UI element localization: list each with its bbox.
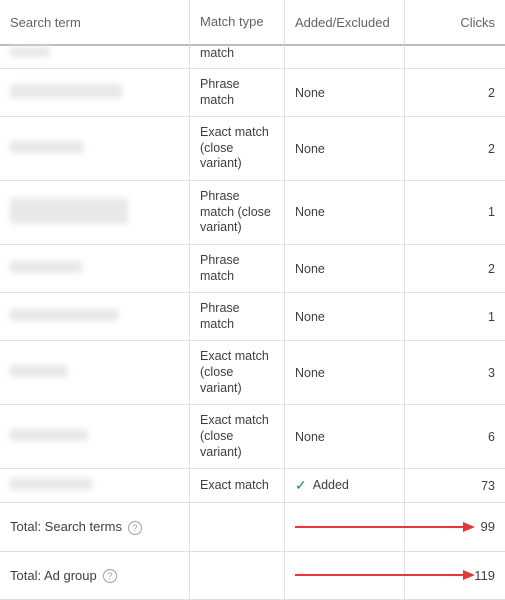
table-row: match [0, 46, 505, 69]
cell-added-excluded: None [285, 181, 405, 245]
cell-clicks: 6 [405, 405, 505, 469]
cell-clicks: 1 [405, 181, 505, 245]
table-row[interactable]: Exact match (close variant) None 3 [0, 341, 505, 405]
cell-clicks: 73 [405, 469, 505, 503]
cell-added-excluded: None [285, 69, 405, 117]
cell-match-type: Phrase match (close variant) [190, 181, 285, 245]
added-label: Added [313, 478, 349, 492]
redacted-term [10, 309, 118, 321]
redacted-term [10, 365, 68, 377]
cell-match-type: Phrase match [190, 69, 285, 117]
check-icon: ✓ [295, 477, 307, 494]
total-label: Total: Search terms [10, 519, 122, 534]
col-header-clicks[interactable]: Clicks [405, 0, 505, 46]
total-row: Total: Ad group? 119 [0, 552, 505, 600]
col-header-added-excluded[interactable]: Added/Excluded [285, 0, 405, 46]
cell-added-excluded: None [285, 293, 405, 341]
added-label: None [295, 205, 325, 219]
redacted-term [10, 478, 92, 490]
col-header-search-term[interactable]: Search term [0, 0, 190, 46]
redacted-term [10, 141, 84, 153]
added-label: None [295, 86, 325, 100]
cell-match-type: Phrase match [190, 245, 285, 293]
redacted-term [10, 261, 82, 273]
table-row[interactable]: Phrase match None 1 [0, 293, 505, 341]
total-label: Total: Ad group [10, 568, 97, 583]
table-row[interactable]: Phrase match None 2 [0, 245, 505, 293]
redacted-term [10, 47, 50, 57]
redacted-term [10, 84, 122, 98]
total-clicks: 99 [405, 503, 505, 552]
cell-added-excluded: ✓ Added [285, 469, 405, 503]
help-icon[interactable]: ? [103, 569, 117, 583]
added-label: None [295, 310, 325, 324]
cell-added-excluded: None [285, 245, 405, 293]
redacted-term [10, 429, 88, 441]
cell-clicks: 2 [405, 117, 505, 181]
cell-clicks: 1 [405, 293, 505, 341]
search-terms-table: Search term Match type Added/Excluded Cl… [0, 0, 505, 600]
cell-match-type: Phrase match [190, 293, 285, 341]
col-header-match-type[interactable]: Match type [190, 0, 285, 46]
table-row[interactable]: Exact match ✓ Added 73 [0, 469, 505, 503]
cell-added-excluded: None [285, 405, 405, 469]
table-header-row: Search term Match type Added/Excluded Cl… [0, 0, 505, 46]
cell-added-excluded: None [285, 117, 405, 181]
redacted-term [10, 198, 128, 224]
cell-match-type: match [190, 46, 285, 69]
table-row[interactable]: Phrase match None 2 [0, 69, 505, 117]
cell-clicks: 2 [405, 245, 505, 293]
cell-match-type: Exact match (close variant) [190, 341, 285, 405]
cell-added-excluded: None [285, 341, 405, 405]
table-row[interactable]: Exact match (close variant) None 6 [0, 405, 505, 469]
help-icon[interactable]: ? [128, 521, 142, 535]
added-label: None [295, 366, 325, 380]
table-row[interactable]: Phrase match (close variant) None 1 [0, 181, 505, 245]
table-row[interactable]: Exact match (close variant) None 2 [0, 117, 505, 181]
added-label: None [295, 262, 325, 276]
total-row: Total: Search terms? 99 [0, 503, 505, 552]
cell-clicks: 3 [405, 341, 505, 405]
total-clicks: 119 [405, 552, 505, 600]
cell-match-type: Exact match (close variant) [190, 405, 285, 469]
added-label: None [295, 430, 325, 444]
added-label: None [295, 142, 325, 156]
cell-match-type: Exact match [190, 469, 285, 503]
cell-match-type: Exact match (close variant) [190, 117, 285, 181]
cell-clicks: 2 [405, 69, 505, 117]
